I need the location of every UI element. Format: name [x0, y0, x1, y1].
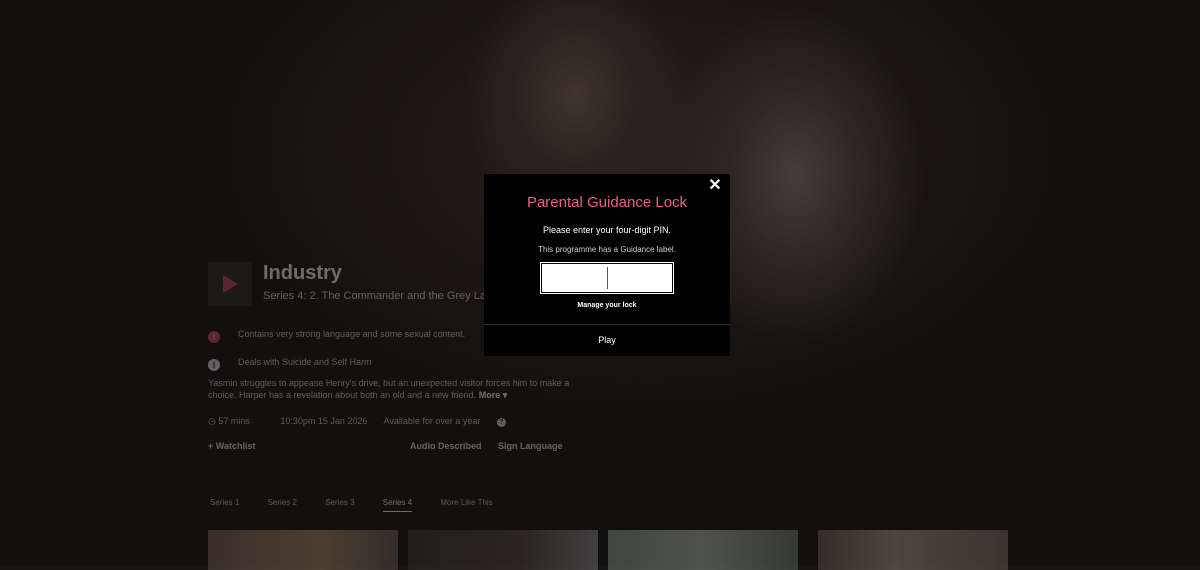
content-warning: ! Contains very strong language and some …	[208, 329, 465, 343]
tab-series-3[interactable]: Series 3	[325, 498, 354, 511]
play-tile[interactable]	[208, 262, 252, 306]
description-text: Yasmin struggles to appease Henry's driv…	[208, 378, 570, 400]
warning-text: Contains very strong language and some s…	[238, 329, 466, 339]
availability: Available for over a year ?	[383, 416, 519, 427]
audio-described-button[interactable]: Audio Described	[410, 441, 482, 451]
close-icon[interactable]: ✕	[708, 178, 722, 194]
broadcast-date: 10:30pm 15 Jan 2026	[280, 416, 368, 426]
availability-text: Available for over a year	[383, 416, 481, 426]
help-icon[interactable]: ?	[496, 418, 506, 427]
text-caret	[607, 267, 608, 289]
duration-text: 57 mins	[218, 416, 250, 426]
watchlist-label: Watchlist	[215, 441, 256, 451]
tab-series-4[interactable]: Series 4	[382, 498, 413, 512]
episode-subtitle: Series 4: 2. The Commander and the Grey …	[263, 290, 498, 302]
sign-language-button[interactable]: Sign Language	[498, 441, 563, 451]
series-tabs: Series 1 Series 2 Series 3 Series 4 More…	[210, 498, 519, 512]
tab-series-1[interactable]: Series 1	[210, 498, 239, 511]
programme-title: Industry	[263, 262, 342, 284]
manage-lock-link[interactable]: Manage your lock	[484, 302, 730, 309]
episode-thumbnail[interactable]	[208, 530, 398, 570]
episode-meta: ◷ 57 mins 10:30pm 15 Jan 2026 Available …	[208, 416, 534, 427]
warning-icon: !	[208, 331, 220, 343]
pin-field[interactable]	[542, 264, 672, 292]
more-label: More	[478, 390, 501, 400]
watchlist-button[interactable]: + Watchlist	[208, 441, 255, 451]
pin-prompt: Please enter your four-digit PIN.	[542, 225, 672, 235]
episode-thumbnail[interactable]	[818, 530, 1008, 570]
info-text: Deals with Suicide and Self Harm	[238, 357, 372, 367]
episode-thumbnail[interactable]	[608, 530, 798, 570]
episode-thumbnail[interactable]	[408, 530, 598, 570]
episode-description: Yasmin struggles to appease Henry's driv…	[208, 377, 588, 401]
play-icon	[223, 275, 238, 293]
parental-guidance-dialog: ✕ Parental Guidance Lock Please enter yo…	[484, 174, 730, 356]
guidance-note: This programme has a Guidance label.	[538, 245, 676, 254]
pin-input[interactable]	[543, 265, 606, 291]
tab-more-like-this[interactable]: More Like This	[440, 498, 492, 511]
play-button[interactable]: Play	[484, 325, 730, 356]
dialog-title: Parental Guidance Lock	[526, 194, 688, 211]
info-icon: i	[208, 359, 220, 371]
more-link[interactable]: More ▾	[479, 390, 508, 400]
duration: ◷ 57 mins	[208, 416, 250, 426]
content-info: i Deals with Suicide and Self Harm	[208, 357, 372, 371]
tab-series-2[interactable]: Series 2	[268, 498, 297, 511]
plus-icon: +	[208, 441, 214, 451]
